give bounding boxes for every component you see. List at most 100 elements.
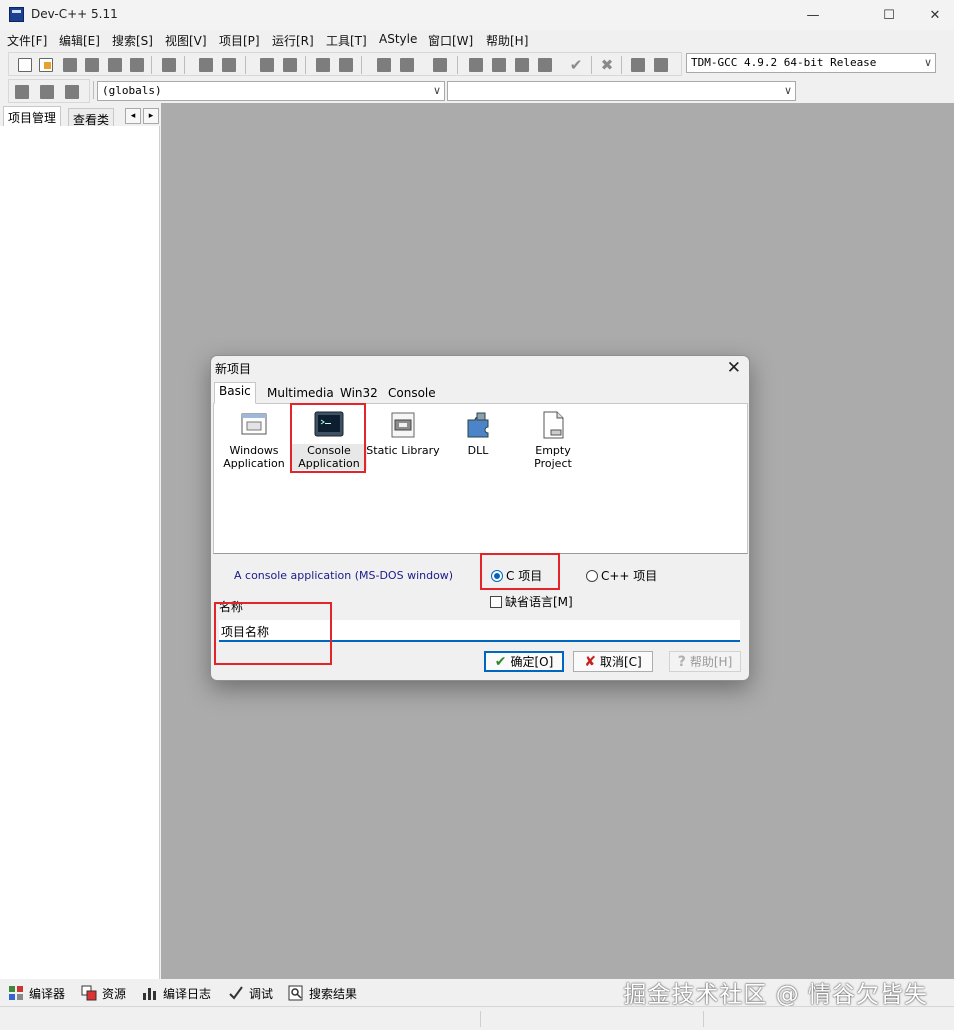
tab-project-manager[interactable]: 项目管理 (3, 106, 62, 126)
toolbar-buttons: ✔ ✖ (8, 52, 682, 76)
template-empty-project[interactable]: Empty Project (515, 410, 591, 470)
menu-tools[interactable]: 工具[T] (326, 32, 367, 49)
status-separator (480, 1011, 481, 1027)
save-all-icon[interactable] (85, 58, 99, 72)
add-to-project-icon[interactable] (400, 58, 414, 72)
bar-chart-icon (142, 985, 158, 1001)
window-icon (239, 410, 269, 440)
menu-bar: 文件[F] 编辑[E] 搜索[S] 视图[V] 项目[P] 运行[R] 工具[T… (0, 30, 954, 50)
goto-line-icon[interactable] (316, 58, 330, 72)
save-icon[interactable] (63, 58, 77, 72)
template-dll[interactable]: DLL (440, 410, 516, 457)
tab-scroll-left-icon[interactable]: ◂ (125, 108, 141, 124)
toolbar-separator (245, 56, 246, 74)
compile-run-icon[interactable] (515, 58, 529, 72)
stop-execution-icon[interactable]: ✖ (600, 58, 614, 73)
class-toolbar: (globals) ∨ ∨ (0, 78, 954, 104)
template-static-library[interactable]: Static Library (365, 410, 441, 457)
bookmark-icon[interactable] (339, 58, 353, 72)
menu-search[interactable]: 搜索[S] (112, 32, 153, 49)
close-window-button[interactable]: ✕ (912, 0, 954, 30)
close-all-icon[interactable] (130, 58, 144, 72)
project-options-icon[interactable] (433, 58, 447, 72)
compiler-select[interactable]: TDM-GCC 4.9.2 64-bit Release ∨ (686, 53, 936, 73)
menu-help[interactable]: 帮助[H] (486, 32, 528, 49)
rebuild-all-icon[interactable] (538, 58, 552, 72)
tab-search-results[interactable]: 搜索结果 (288, 983, 357, 1003)
toolbar-separator (591, 56, 592, 74)
new-project-dialog: 新项目 ✕ Basic Multimedia Win32 Console Win… (210, 355, 750, 681)
tab-class-browser[interactable]: 查看类 (68, 108, 115, 127)
chevron-down-icon: ∨ (432, 84, 441, 97)
replace-icon[interactable] (283, 58, 297, 72)
delete-profile-icon[interactable] (654, 58, 668, 72)
ok-button[interactable]: ✔ 确定[O] (484, 651, 564, 672)
insert-icon[interactable] (15, 85, 29, 99)
cancel-button[interactable]: ✘ 取消[C] (573, 651, 653, 672)
default-language-checkbox[interactable]: 缺省语言[M] (490, 593, 573, 610)
toolbar-separator (305, 56, 306, 74)
tab-resources[interactable]: 资源 (81, 983, 126, 1003)
close-file-icon[interactable] (108, 58, 122, 72)
status-bar (0, 1006, 954, 1030)
menu-astyle[interactable]: AStyle (379, 32, 417, 46)
menu-view[interactable]: 视图[V] (165, 32, 207, 49)
resources-icon (81, 985, 97, 1001)
tab-resources-label: 资源 (102, 986, 127, 1001)
puzzle-icon (463, 410, 493, 440)
template-label: DLL (467, 444, 489, 457)
library-icon (388, 410, 418, 440)
toolbar-separator (457, 56, 458, 74)
toggle-bookmark-icon[interactable] (40, 85, 54, 99)
tab-multimedia[interactable]: Multimedia (263, 385, 338, 404)
open-file-icon[interactable] (39, 58, 53, 72)
tab-scroll-right-icon[interactable]: ▸ (143, 108, 159, 124)
menu-window[interactable]: 窗口[W] (428, 32, 473, 49)
radio-cpp-project[interactable]: C++ 项目 (586, 567, 657, 584)
grid-icon (8, 985, 24, 1001)
member-select[interactable]: ∨ (447, 81, 796, 101)
tab-debug[interactable]: 调试 (228, 983, 273, 1003)
tab-search-results-label: 搜索结果 (309, 986, 358, 1001)
status-separator (703, 1011, 704, 1027)
template-windows-application[interactable]: Windows Application (216, 410, 292, 470)
menu-run[interactable]: 运行[R] (272, 32, 314, 49)
minimize-button[interactable]: — (790, 0, 836, 30)
template-label: Static Library (366, 444, 440, 457)
syntax-check-icon[interactable]: ✔ (569, 58, 583, 73)
search-results-icon (288, 985, 304, 1001)
class-toolbar-buttons (8, 79, 90, 103)
project-tree-panel[interactable] (0, 126, 160, 979)
highlight-box (480, 553, 560, 590)
tab-basic[interactable]: Basic (214, 382, 256, 404)
print-icon[interactable] (162, 58, 176, 72)
maximize-button[interactable]: ☐ (866, 0, 912, 30)
toolbar-separator (151, 56, 152, 74)
undo-icon[interactable] (199, 58, 213, 72)
menu-project[interactable]: 项目[P] (219, 32, 260, 49)
menu-file[interactable]: 文件[F] (7, 32, 47, 49)
new-file-icon[interactable] (18, 58, 32, 72)
new-project-icon[interactable] (377, 58, 391, 72)
profile-icon[interactable] (631, 58, 645, 72)
redo-icon[interactable] (222, 58, 236, 72)
menu-edit[interactable]: 编辑[E] (59, 32, 100, 49)
help-button[interactable]: ? 帮助[H] (669, 651, 741, 672)
tab-console[interactable]: Console (384, 385, 440, 404)
window-title: Dev-C++ 5.11 (31, 7, 118, 21)
compile-icon[interactable] (469, 58, 483, 72)
run-icon[interactable] (492, 58, 506, 72)
radio-cpp-label: C++ 项目 (601, 569, 658, 583)
template-description: A console application (MS-DOS window) (234, 569, 454, 582)
dialog-close-button[interactable]: ✕ (727, 358, 741, 378)
chevron-down-icon: ∨ (783, 84, 792, 97)
tab-compiler-label: 编译器 (29, 986, 66, 1001)
tab-win32[interactable]: Win32 (336, 385, 382, 404)
checkmark-icon (228, 985, 244, 1001)
goto-bookmark-icon[interactable] (65, 85, 79, 99)
find-icon[interactable] (260, 58, 274, 72)
tab-compile-log[interactable]: 编译日志 (142, 983, 211, 1003)
scope-select[interactable]: (globals) ∨ (97, 81, 445, 101)
toolbar-separator (184, 56, 185, 74)
tab-compiler[interactable]: 编译器 (8, 983, 65, 1003)
